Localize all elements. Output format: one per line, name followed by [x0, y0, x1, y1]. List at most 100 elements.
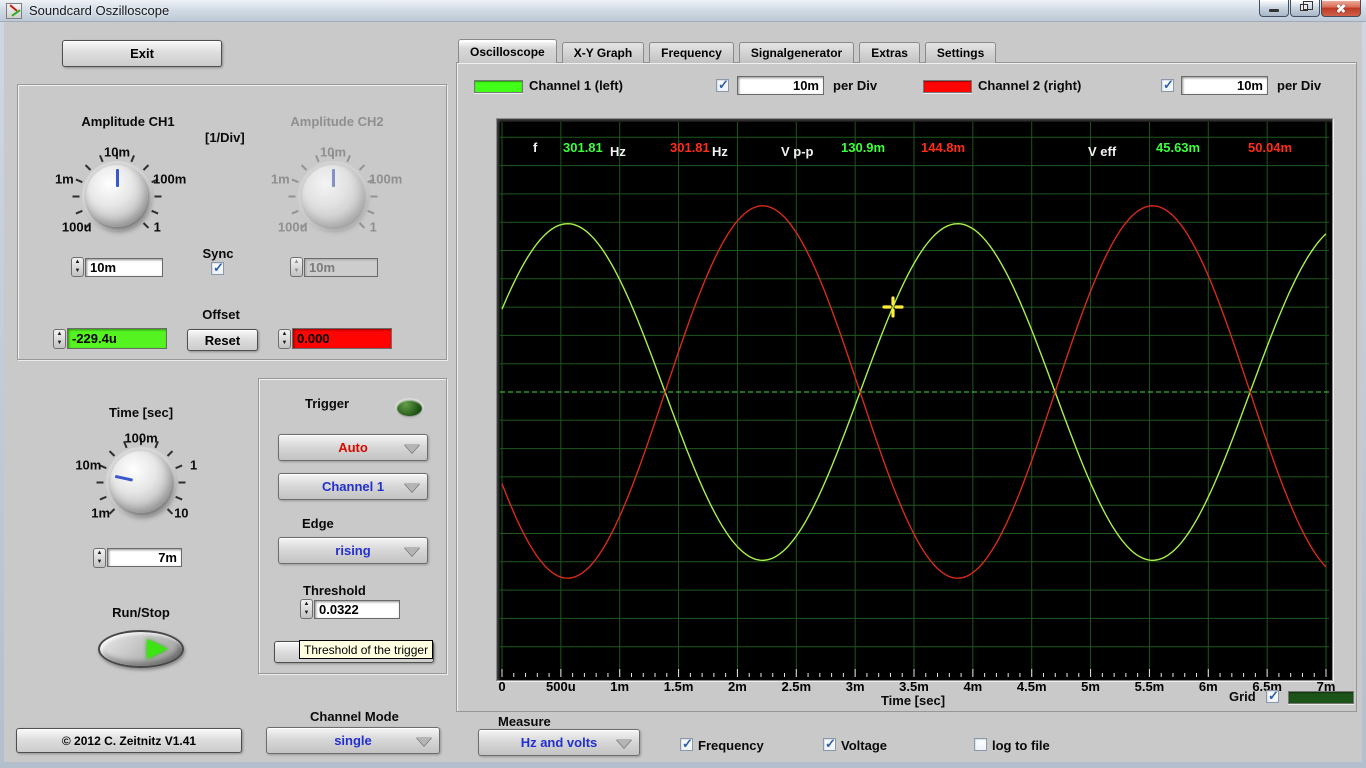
- trigger-source-dropdown[interactable]: Channel 1: [278, 473, 428, 500]
- decrement-icon[interactable]: ▼: [301, 609, 312, 618]
- channel-mode-value: single: [334, 733, 372, 748]
- knob-scale-label: 1: [153, 219, 161, 235]
- x-axis-tick-label: 1.5m: [663, 679, 694, 694]
- channel1-per-div-label: per Div: [833, 78, 878, 93]
- tab-oscilloscope[interactable]: Oscilloscope: [458, 39, 557, 63]
- amplitude-ch1-field[interactable]: 10m: [85, 258, 163, 277]
- restore-icon: [1300, 1, 1313, 11]
- trigger-title: Trigger: [305, 396, 350, 411]
- x-axis-tick-label: 5.5m: [1134, 679, 1165, 694]
- x-axis-tick-label: 3.5m: [899, 679, 929, 694]
- knob-scale-label: 100m: [124, 430, 158, 446]
- decrement-icon[interactable]: ▼: [54, 339, 65, 348]
- grid-label: Grid: [1229, 689, 1256, 704]
- x-axis-tick-label: 4m: [963, 679, 983, 694]
- tab-extras[interactable]: Extras: [859, 42, 920, 63]
- close-icon: [1335, 2, 1347, 14]
- oscilloscope-plot[interactable]: [500, 122, 1329, 677]
- close-button[interactable]: [1321, 0, 1361, 17]
- x-axis-tick-label: 1m: [610, 679, 630, 694]
- threshold-stepper[interactable]: ▲ ▼: [300, 599, 313, 619]
- channel2-per-div-field[interactable]: 10m: [1181, 76, 1268, 95]
- measure-label: Measure: [498, 714, 551, 729]
- channel2-enable-checkbox[interactable]: [1161, 77, 1174, 93]
- offset-reset-button[interactable]: Reset: [187, 329, 258, 351]
- threshold-label: Threshold: [303, 583, 366, 598]
- x-axis-tick-label: 2.5m: [781, 679, 812, 694]
- trigger-edge-value: rising: [335, 543, 371, 558]
- run-stop-toggle[interactable]: [98, 630, 184, 668]
- chevron-down-icon: [416, 737, 432, 746]
- time-title: Time [sec]: [108, 405, 174, 420]
- channel-mode-dropdown[interactable]: single: [266, 727, 440, 754]
- decrement-icon[interactable]: ▼: [94, 558, 105, 567]
- knob-scale-label: 1m: [54, 171, 74, 187]
- channel2-per-div-label: per Div: [1277, 78, 1322, 93]
- time-field[interactable]: 7m: [107, 548, 182, 567]
- grid-color-swatch[interactable]: [1288, 691, 1354, 704]
- increment-icon[interactable]: ▲: [72, 258, 83, 267]
- channel1-label: Channel 1 (left): [529, 78, 623, 93]
- knob-scale-label: 10: [174, 505, 189, 521]
- log-to-file-checkbox[interactable]: [974, 738, 987, 751]
- x-axis-tick-label: 0: [498, 679, 506, 694]
- knob-scale-label: 100m: [369, 171, 403, 187]
- tab-xy-graph[interactable]: X-Y Graph: [561, 42, 645, 63]
- chevron-down-icon: [404, 547, 420, 556]
- knob-scale-label: 100u: [61, 219, 92, 235]
- channel-mode-label: Channel Mode: [310, 709, 399, 724]
- tab-settings[interactable]: Settings: [924, 42, 997, 63]
- increment-icon[interactable]: ▲: [279, 330, 290, 339]
- restore-button[interactable]: [1290, 0, 1320, 17]
- knob-scale-label: 1m: [270, 171, 290, 187]
- decrement-icon[interactable]: ▼: [72, 267, 83, 276]
- amplitude-ch2-title: Amplitude CH2: [290, 114, 384, 129]
- title-bar[interactable]: Soundcard Oszilloscope: [0, 0, 1366, 22]
- voltage-checkbox-label: Voltage: [841, 738, 887, 753]
- measure-mode-value: Hz and volts: [520, 735, 598, 750]
- offset-ch1-field[interactable]: -229.4u: [67, 328, 167, 349]
- x-axis-tick-label: 6m: [1198, 679, 1218, 694]
- edge-label: Edge: [302, 516, 334, 531]
- channel1-color-swatch: [474, 80, 523, 93]
- chevron-down-icon: [616, 739, 632, 748]
- frequency-checkbox[interactable]: [680, 736, 693, 752]
- knob-scale-label: 10m: [319, 144, 347, 160]
- tab-frequency[interactable]: Frequency: [649, 42, 734, 63]
- trigger-source-value: Channel 1: [321, 479, 385, 494]
- knob-scale-label: 100u: [277, 219, 308, 235]
- trigger-mode-dropdown[interactable]: Auto: [278, 434, 428, 461]
- channel1-enable-checkbox[interactable]: [716, 77, 729, 93]
- copyright-bar: © 2012 C. Zeitnitz V1.41: [16, 728, 242, 753]
- increment-icon[interactable]: ▲: [54, 330, 65, 339]
- knob-scale-label: 10m: [75, 457, 102, 473]
- tab-signalgenerator[interactable]: Signalgenerator: [738, 42, 855, 63]
- exit-button[interactable]: Exit: [62, 40, 222, 67]
- increment-icon[interactable]: ▲: [301, 600, 312, 609]
- voltage-checkbox[interactable]: [823, 736, 836, 752]
- sync-checkbox[interactable]: [211, 260, 224, 276]
- tab-strip: Oscilloscope X-Y Graph Frequency Signalg…: [458, 39, 1001, 63]
- time-stepper[interactable]: ▲ ▼: [93, 548, 106, 568]
- x-axis-tick-label: 2m: [728, 679, 747, 694]
- amplitude-unit-label: [1/Div]: [205, 130, 245, 145]
- trigger-edge-dropdown[interactable]: rising: [278, 537, 428, 564]
- offset-ch1-stepper[interactable]: ▲ ▼: [53, 329, 66, 349]
- increment-icon[interactable]: ▲: [94, 549, 105, 558]
- grid-checkbox[interactable]: [1266, 688, 1279, 704]
- app-icon: [6, 3, 22, 19]
- offset-ch2-field[interactable]: 0.000: [292, 328, 392, 349]
- x-axis-tick-label: 500u: [546, 679, 576, 694]
- threshold-field[interactable]: 0.0322: [314, 600, 400, 619]
- knob-scale-label: 1: [190, 457, 198, 473]
- amplitude-ch1-stepper[interactable]: ▲ ▼: [71, 257, 84, 277]
- channel1-per-div-field[interactable]: 10m: [737, 76, 824, 95]
- knob-scale-label: 100m: [153, 171, 187, 187]
- x-axis-tick-label: 4.5m: [1016, 679, 1047, 694]
- measure-mode-dropdown[interactable]: Hz and volts: [478, 729, 640, 756]
- offset-ch2-stepper[interactable]: ▲ ▼: [278, 329, 291, 349]
- minimize-button[interactable]: [1259, 0, 1289, 17]
- decrement-icon[interactable]: ▼: [279, 339, 290, 348]
- offset-label: Offset: [202, 307, 240, 322]
- x-axis-title: Time [sec]: [880, 693, 946, 708]
